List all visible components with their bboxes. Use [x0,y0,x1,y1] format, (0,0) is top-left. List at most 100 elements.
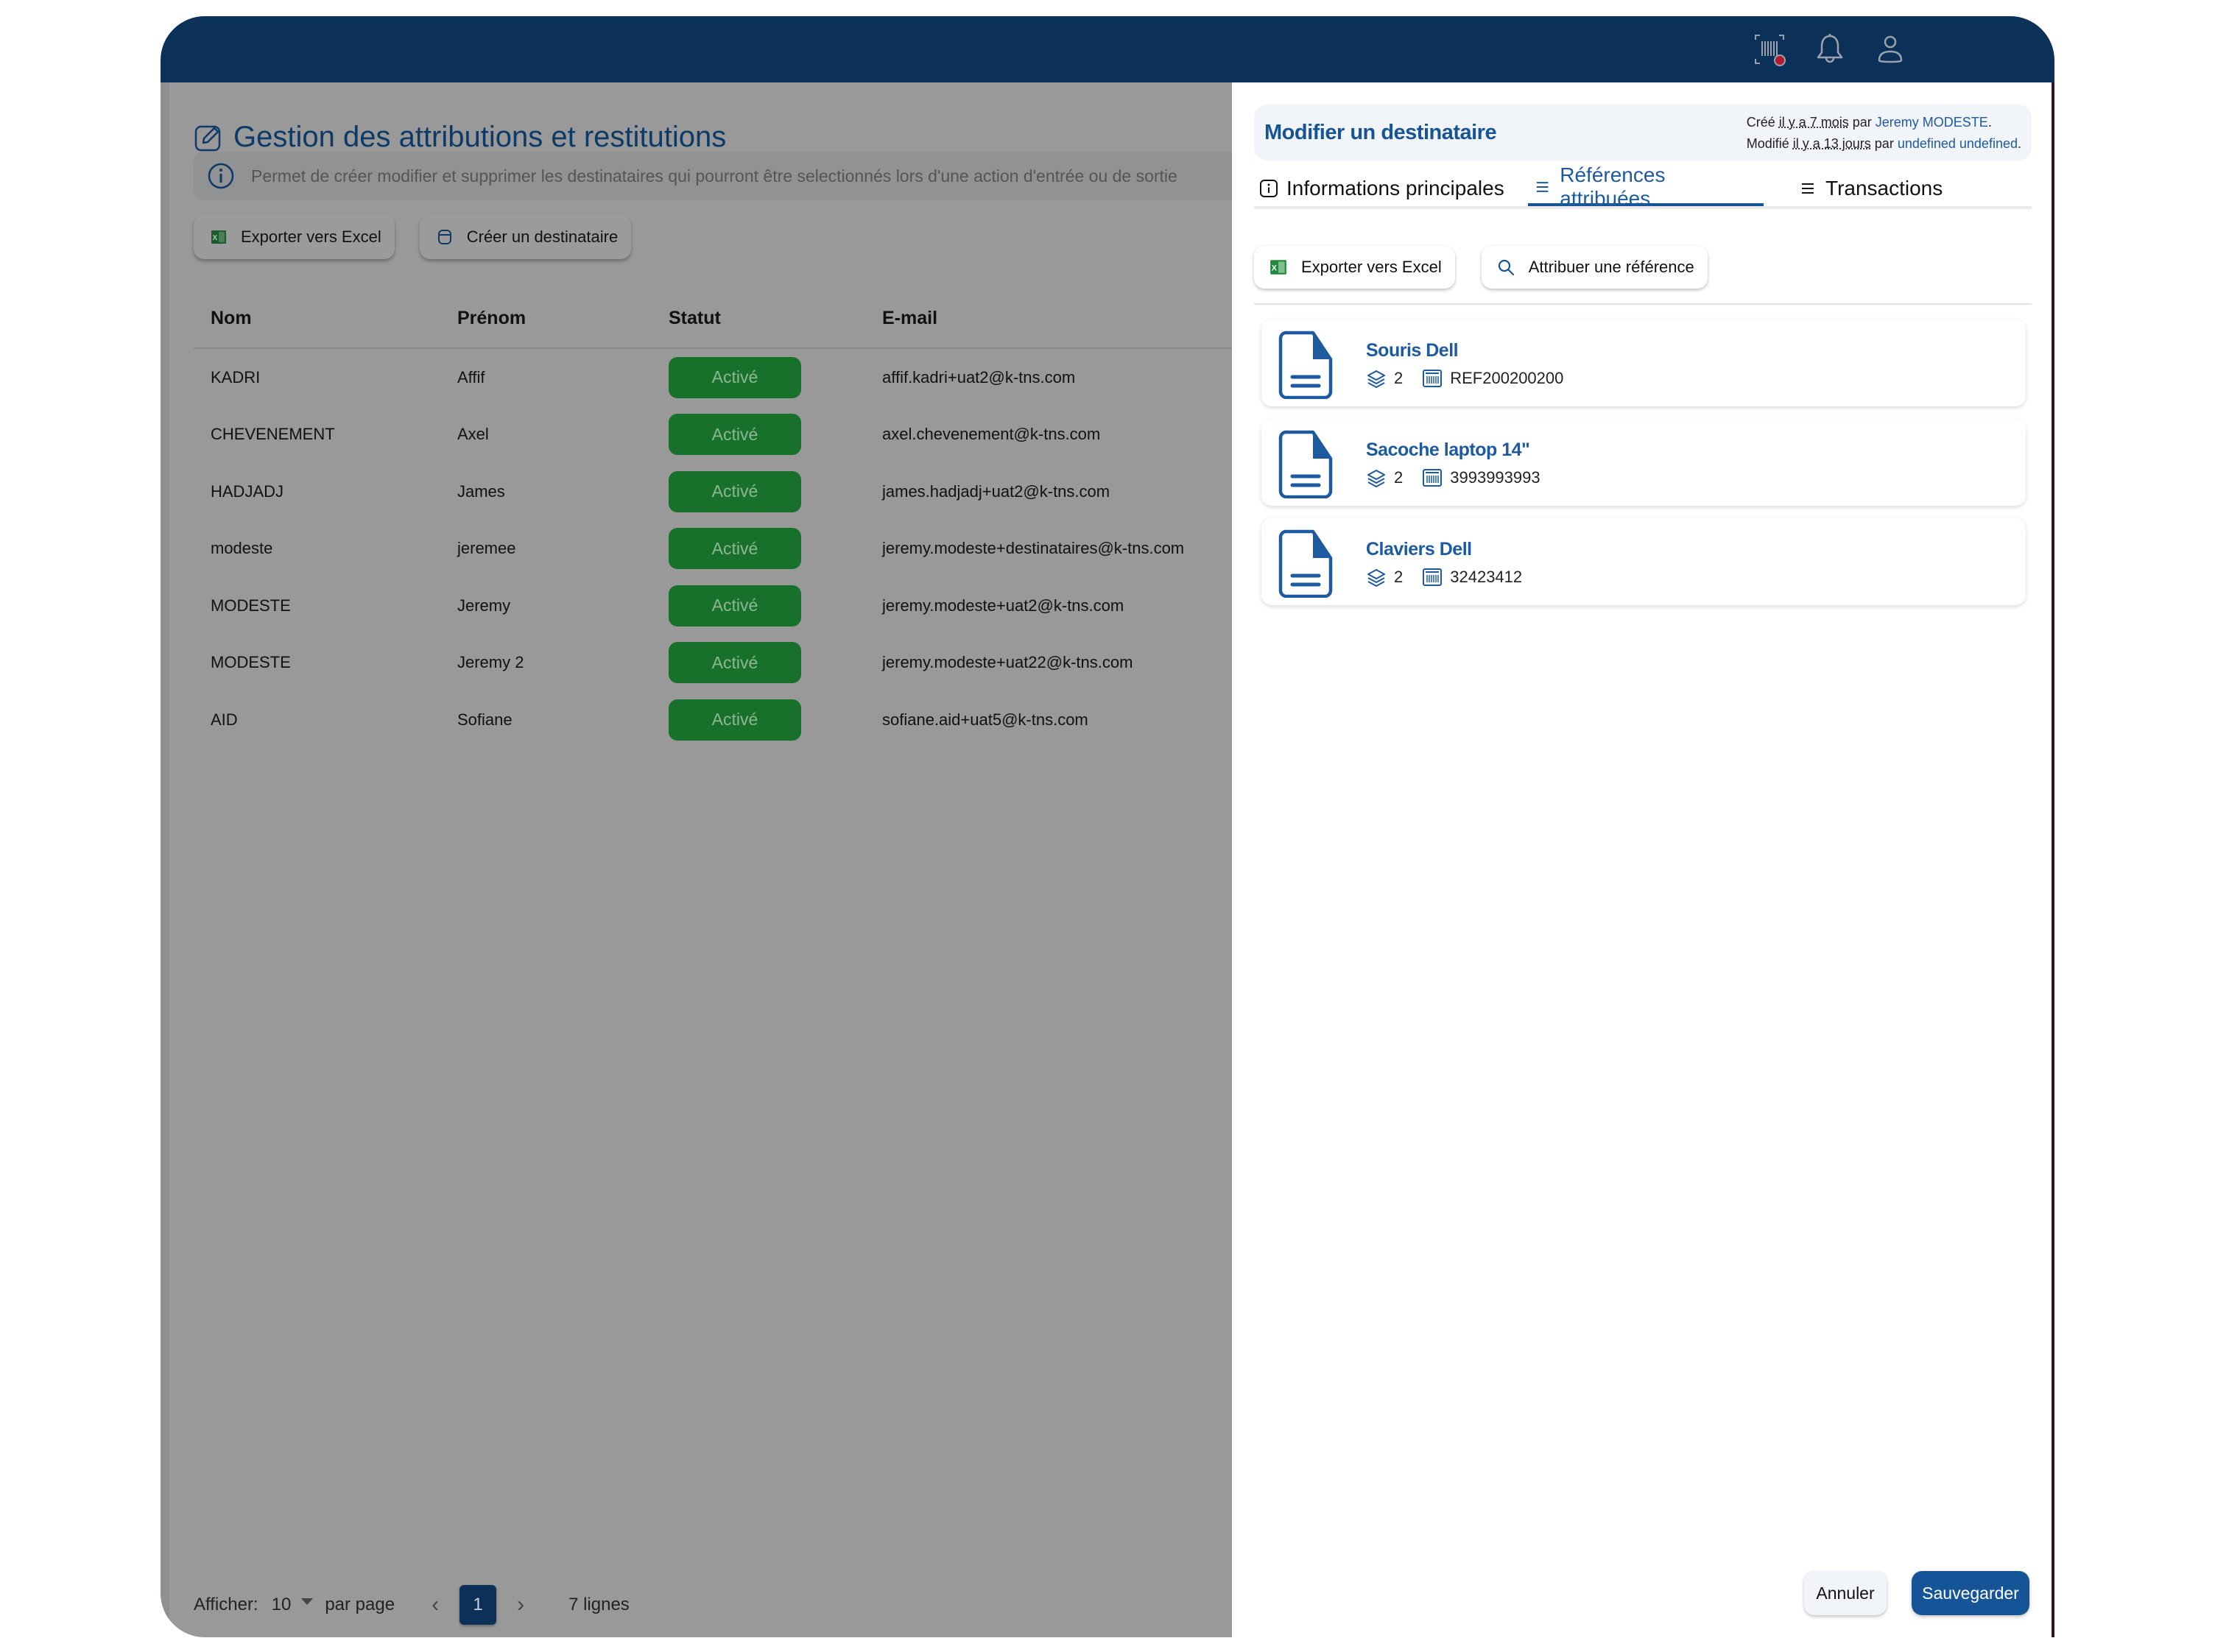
table-row[interactable]: AID Sofiane Activé sofiane.aid+uat5@k-tn… [194,691,1232,749]
column-header-statut[interactable]: Statut [669,308,882,329]
document-icon [1278,331,1333,399]
drawer-footer: Annuler Sauvegarder [1804,1571,2029,1615]
reference-code: REF200200200 [1450,369,1564,387]
created-when: il y a 7 mois [1778,115,1849,130]
tab-references-attribuees[interactable]: Références attribuées [1528,163,1764,210]
modified-line: Modifié il y a 13 jours par undefined un… [1747,133,2021,155]
cell-nom: MODESTE [211,596,291,615]
reference-details: 2 REF200200200 [1366,368,1563,389]
column-header-prenom[interactable]: Prénom [457,308,669,329]
assign-reference-label: Attribuer une référence [1528,258,1694,276]
info-banner: Permet de créer modifier et supprimer le… [194,152,1298,200]
page-size-value: 10 [271,1595,292,1614]
cell-prenom: Sofiane [457,710,513,729]
cancel-button[interactable]: Annuler [1804,1571,1887,1615]
info-icon [1260,180,1278,197]
barcode-icon [1423,469,1443,487]
modified-suffix: . [2017,136,2021,151]
bell-icon [1817,34,1843,63]
reference-name[interactable]: Claviers Dell [1366,539,1472,560]
page-size-select[interactable]: 10 [272,1595,314,1615]
divider [1254,303,2032,305]
column-header-nom[interactable]: Nom [194,308,457,329]
reference-quantity: 2 [1394,468,1404,487]
references-list: Souris Dell 2 REF200200200 Sacoche lapto… [1261,320,2026,618]
cell-statut: Activé [669,470,882,512]
cell-statut: Activé [669,699,882,741]
cell-email: jeremy.modeste+destinataires@k-tns.com [882,539,1185,558]
column-header-email[interactable]: E-mail [882,308,1232,329]
reference-card[interactable]: Souris Dell 2 REF200200200 [1261,320,2026,406]
status-badge: Activé [669,699,801,741]
save-button[interactable]: Sauvegarder [1912,1571,2029,1615]
reference-code: 32423412 [1450,568,1523,586]
recipients-table: Nom Prénom Statut E-mail KADRI Affif Act… [194,289,1232,749]
app-frame: Gestion des attributions et restitutions… [161,16,2054,1637]
created-suffix: . [1987,115,1992,130]
reference-card[interactable]: Sacoche laptop 14" 2 3993993993 [1261,419,2026,506]
reference-card[interactable]: Claviers Dell 2 32423412 [1261,518,2026,605]
table-header: Nom Prénom Statut E-mail [194,289,1232,349]
modified-author-link[interactable]: undefined undefined [1898,136,2018,151]
list-icon [1536,182,1549,192]
per-page-label: par page [325,1595,395,1614]
reference-name[interactable]: Sacoche laptop 14" [1366,440,1530,461]
barcode-scan-button[interactable] [1751,31,1788,68]
top-bar [161,16,2054,82]
pagination: Afficher: 10 par page ‹ 1 › 7 lignes [194,1583,630,1627]
created-prefix: Créé [1746,115,1779,130]
tab-informations-principales[interactable]: Informations principales [1254,171,1528,206]
drawer-title: Modifier un destinataire [1264,121,1497,144]
chevron-right-icon[interactable]: › [517,1592,524,1617]
reference-details: 2 32423412 [1366,567,1522,587]
export-excel-button[interactable]: X Exporter vers Excel [194,215,395,259]
reference-code: 3993993993 [1450,468,1540,487]
table-row[interactable]: CHEVENEMENT Axel Activé axel.chevenement… [194,406,1232,464]
created-author-link[interactable]: Jeremy MODESTE [1876,115,1988,130]
layers-icon [1367,470,1385,487]
cell-statut: Activé [669,356,882,398]
edit-icon [194,125,221,151]
drawer-export-excel-button[interactable]: X Exporter vers Excel [1254,246,1455,289]
table-body: KADRI Affif Activé affif.kadri+uat2@k-tn… [194,349,1232,749]
assign-reference-button[interactable]: Attribuer une référence [1481,246,1708,289]
page-title: Gestion des attributions et restitutions [194,121,726,154]
cell-nom: modeste [211,539,273,558]
create-recipient-button[interactable]: Créer un destinataire [419,215,632,259]
modified-prefix: Modifié [1746,136,1793,151]
table-row[interactable]: modeste jeremee Activé jeremy.modeste+de… [194,520,1232,578]
cell-statut: Activé [669,642,882,684]
cell-prenom: James [457,481,505,501]
audit-info: Créé il y a 7 mois par Jeremy MODESTE. M… [1747,112,2021,155]
search-icon [1498,259,1514,276]
cell-email: james.hadjadj+uat2@k-tns.com [882,481,1110,501]
status-badge: Activé [669,356,801,398]
edit-recipient-drawer: Modifier un destinataire Créé il y a 7 m… [1232,82,2054,1637]
tab-transactions[interactable]: Transactions [1793,171,1950,206]
tab-label: Informations principales [1286,177,1504,200]
table-row[interactable]: MODESTE Jeremy Activé jeremy.modeste+uat… [194,577,1232,635]
chevron-left-icon[interactable]: ‹ [432,1592,439,1617]
cell-statut: Activé [669,528,882,570]
notifications-button[interactable] [1811,31,1848,68]
user-icon [1878,35,1903,63]
status-badge: Activé [669,642,801,684]
cell-prenom: Jeremy 2 [457,653,524,672]
inbox-icon [437,230,451,244]
tab-label: Transactions [1825,177,1943,200]
excel-icon: X [1270,260,1286,275]
layers-icon [1367,569,1385,587]
table-row[interactable]: HADJADJ James Activé james.hadjadj+uat2@… [194,463,1232,520]
cell-email: sofiane.aid+uat5@k-tns.com [882,710,1088,729]
excel-icon: X [211,230,226,244]
drawer-export-label: Exporter vers Excel [1301,258,1442,276]
page-button-current[interactable]: 1 [459,1585,497,1625]
cell-nom: MODESTE [211,653,291,672]
status-badge: Activé [669,414,801,456]
reference-name[interactable]: Souris Dell [1366,340,1459,361]
table-row[interactable]: MODESTE Jeremy 2 Activé jeremy.modeste+u… [194,635,1232,692]
table-row[interactable]: KADRI Affif Activé affif.kadri+uat2@k-tn… [194,349,1232,406]
svg-text:X: X [213,234,218,242]
user-menu-button[interactable] [1872,31,1909,68]
cell-nom: CHEVENEMENT [211,425,335,444]
